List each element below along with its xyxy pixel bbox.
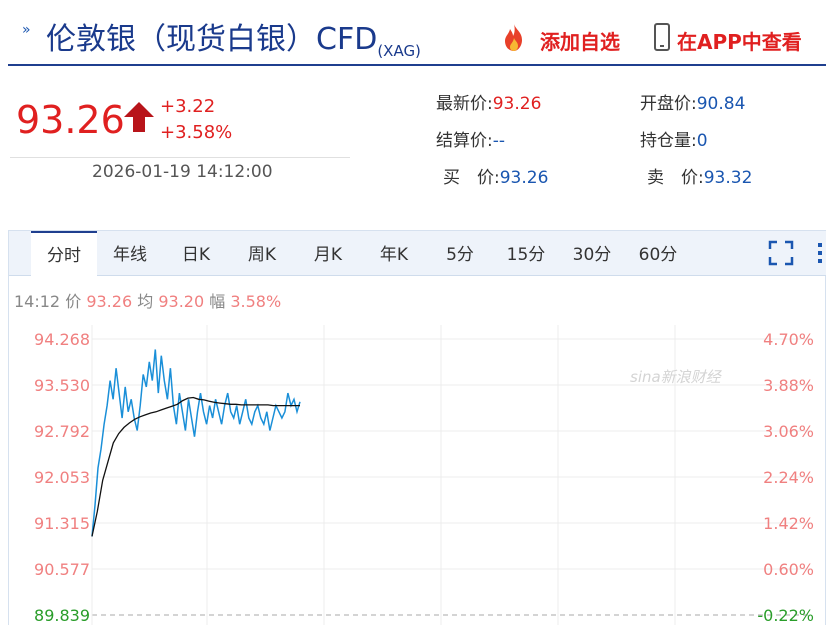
y-right-tick: 4.70% — [763, 330, 814, 349]
y-left-tick: 89.839 — [34, 606, 90, 625]
y-left-tick: 93.530 — [34, 376, 90, 395]
y-right-tick: 1.42% — [763, 514, 814, 533]
y-left-tick: 90.577 — [34, 560, 90, 579]
y-left-tick: 92.792 — [34, 422, 90, 441]
y-left-tick: 92.053 — [34, 468, 90, 487]
y-right-tick: -0.22% — [757, 606, 814, 625]
y-right-tick: 0.60% — [763, 560, 814, 579]
y-right-tick: 2.24% — [763, 468, 814, 487]
y-right-tick: 3.06% — [763, 422, 814, 441]
sina-watermark: sina新浪财经 — [630, 368, 723, 386]
y-left-tick: 94.268 — [34, 330, 90, 349]
intraday-chart[interactable]: sina新浪财经 94.268 4.70% 93.530 3.88% 92.792 3.0… — [0, 0, 826, 625]
price-line — [91, 349, 301, 537]
chart-lines — [91, 349, 301, 537]
y-left-tick: 91.315 — [34, 514, 90, 533]
y-right-tick: 3.88% — [763, 376, 814, 395]
